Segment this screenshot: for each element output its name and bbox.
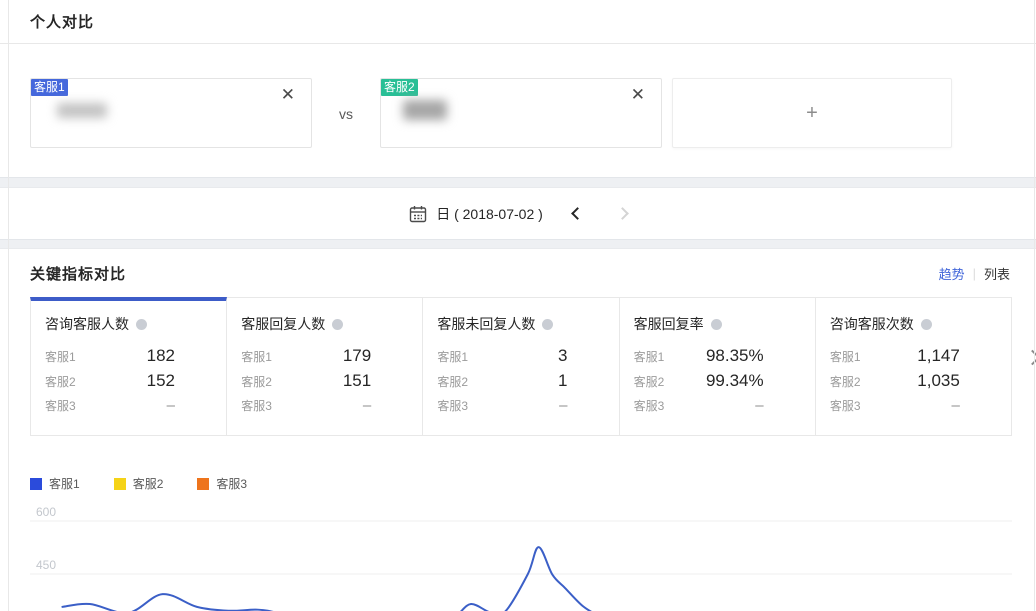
- chart-legend: 客服1 客服2 客服3: [30, 475, 1036, 492]
- metric-row-label: 客服3: [437, 394, 468, 418]
- legend-label: 客服1: [49, 475, 80, 492]
- date-navigator: 日 ( 2018-07-02 ): [0, 188, 1036, 239]
- next-day-button-disabled: [616, 207, 629, 220]
- metric-value: 179: [343, 344, 371, 368]
- vs-label: vs: [312, 106, 380, 122]
- section-header-personal-compare: 个人对比: [0, 0, 1036, 44]
- metric-value: –: [559, 394, 567, 418]
- toggle-list[interactable]: 列表: [984, 264, 1010, 283]
- y-axis-tick-label: 450: [36, 558, 56, 572]
- agent-name-redacted-2: [403, 100, 447, 120]
- metric-card-replied-users[interactable]: 客服回复人数 客服1 179 客服2 151 客服3 –: [227, 297, 423, 436]
- page-title: 个人对比: [30, 11, 94, 32]
- metric-row-label: 客服2: [45, 370, 76, 394]
- metric-value: 182: [147, 344, 175, 368]
- metric-value: 151: [343, 369, 371, 393]
- remove-agent-2-button[interactable]: ✕: [631, 84, 645, 106]
- metric-row-label: 客服2: [634, 370, 665, 394]
- info-icon[interactable]: [136, 319, 147, 330]
- legend-swatch-orange: [197, 478, 209, 490]
- info-icon[interactable]: [921, 319, 932, 330]
- agent-compare-row: 客服1 ✕ vs 客服2 ✕ +: [0, 44, 1036, 177]
- metric-row-label: 客服1: [830, 345, 861, 369]
- metric-row-label: 客服2: [241, 370, 272, 394]
- metric-card-reply-rate[interactable]: 客服回复率 客服1 98.35% 客服2 99.34% 客服3 –: [620, 297, 816, 436]
- legend-item-agent1[interactable]: 客服1: [30, 475, 80, 492]
- trend-line-svg: [0, 496, 1036, 611]
- metric-card-consult-count[interactable]: 咨询客服次数 客服1 1,147 客服2 1,035 客服3 –: [816, 297, 1012, 436]
- agent-name-redacted-1: [57, 103, 107, 118]
- legend-swatch-blue: [30, 478, 42, 490]
- agent-badge-2: 客服2: [381, 79, 418, 96]
- metric-row-label: 客服2: [437, 370, 468, 394]
- personal-compare-page: 个人对比 客服1 ✕ vs 客服2 ✕ + 日 ( 2018-07-02 ): [0, 0, 1036, 611]
- previous-day-button[interactable]: [571, 207, 584, 220]
- key-metrics-title: 关键指标对比: [30, 263, 126, 284]
- metric-value: 152: [147, 369, 175, 393]
- metric-value: –: [363, 394, 371, 418]
- metric-row-label: 客服2: [830, 370, 861, 394]
- section-divider: [0, 177, 1036, 188]
- metric-title: 客服回复人数: [241, 314, 325, 334]
- metric-card-unreplied-users[interactable]: 客服未回复人数 客服1 3 客服2 1 客服3 –: [423, 297, 619, 436]
- view-toggle: 趋势 | 列表: [939, 264, 1010, 283]
- metric-title: 客服回复率: [634, 314, 704, 334]
- metric-row-label: 客服1: [634, 345, 665, 369]
- page-left-border: [8, 0, 9, 611]
- metric-value: –: [755, 394, 763, 418]
- metric-row-label: 客服1: [241, 345, 272, 369]
- legend-item-agent2[interactable]: 客服2: [114, 475, 164, 492]
- metric-row-label: 客服3: [634, 394, 665, 418]
- metric-title: 咨询客服次数: [830, 314, 914, 334]
- toggle-trend[interactable]: 趋势: [939, 264, 965, 283]
- trend-line-chart: 600450300: [0, 496, 1036, 611]
- metric-cards-row: 咨询客服人数 客服1 182 客服2 152 客服3 – 客服回复人数 客服1 179 …: [30, 297, 1012, 436]
- agent-card-1[interactable]: 客服1 ✕: [30, 78, 312, 148]
- metric-title: 咨询客服人数: [45, 314, 129, 334]
- metric-row-label: 客服3: [45, 394, 76, 418]
- metric-row-label: 客服3: [241, 394, 272, 418]
- metric-value: 99.34%: [706, 369, 764, 393]
- section-divider: [0, 239, 1036, 249]
- legend-label: 客服2: [133, 475, 164, 492]
- add-agent-button[interactable]: +: [672, 78, 952, 148]
- metric-title: 客服未回复人数: [437, 314, 535, 334]
- metric-card-consult-users[interactable]: 咨询客服人数 客服1 182 客服2 152 客服3 –: [30, 297, 227, 436]
- legend-label: 客服3: [216, 475, 247, 492]
- toggle-divider: |: [973, 266, 976, 281]
- date-granularity-label[interactable]: 日 ( 2018-07-02 ): [436, 204, 543, 224]
- y-axis-tick-label: 600: [36, 505, 56, 519]
- metric-value: 98.35%: [706, 344, 764, 368]
- metric-value: 3: [558, 344, 567, 368]
- info-icon[interactable]: [332, 319, 343, 330]
- metric-value: 1: [558, 369, 567, 393]
- legend-swatch-yellow: [114, 478, 126, 490]
- calendar-icon[interactable]: [409, 205, 427, 223]
- info-icon[interactable]: [542, 319, 553, 330]
- metric-value: 1,147: [917, 344, 960, 368]
- agent-card-2[interactable]: 客服2 ✕: [380, 78, 662, 148]
- metric-value: 1,035: [917, 369, 960, 393]
- remove-agent-1-button[interactable]: ✕: [281, 84, 295, 106]
- metric-value: –: [951, 394, 959, 418]
- agent-badge-1: 客服1: [31, 79, 68, 96]
- info-icon[interactable]: [711, 319, 722, 330]
- metric-value: –: [167, 394, 175, 418]
- plus-icon: +: [806, 102, 818, 125]
- metric-row-label: 客服1: [45, 345, 76, 369]
- page-right-border: [1034, 0, 1035, 611]
- metric-row-label: 客服1: [437, 345, 468, 369]
- key-metrics-header: 关键指标对比 趋势 | 列表: [0, 249, 1036, 297]
- metric-row-label: 客服3: [830, 394, 861, 418]
- legend-item-agent3[interactable]: 客服3: [197, 475, 247, 492]
